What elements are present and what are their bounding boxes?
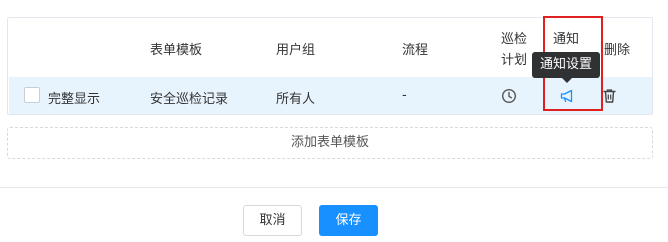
cancel-button[interactable]: 取消 <box>243 205 302 236</box>
row-flow: - <box>402 88 407 103</box>
header-patrol-plan-line1: 巡检 <box>501 32 528 47</box>
header-user-group: 用户组 <box>276 43 316 58</box>
header-flow: 流程 <box>402 43 429 58</box>
save-button[interactable]: 保存 <box>319 205 378 236</box>
row-user-group: 所有人 <box>276 92 316 107</box>
add-form-template-button[interactable]: 添加表单模板 <box>7 127 653 159</box>
header-form-template: 表单模板 <box>150 43 203 58</box>
tooltip-arrow <box>562 78 572 83</box>
notify-settings-tooltip: 通知设置 <box>532 52 600 78</box>
trash-icon[interactable] <box>602 88 617 104</box>
footer-divider <box>0 187 668 188</box>
header-patrol-plan-line2: 计划 <box>501 53 528 68</box>
header-delete: 删除 <box>604 43 631 58</box>
row-form-template: 安全巡检记录 <box>150 92 229 107</box>
clock-icon[interactable] <box>501 88 517 104</box>
row-checkbox[interactable] <box>24 87 40 103</box>
row-display-mode: 完整显示 <box>48 92 101 107</box>
